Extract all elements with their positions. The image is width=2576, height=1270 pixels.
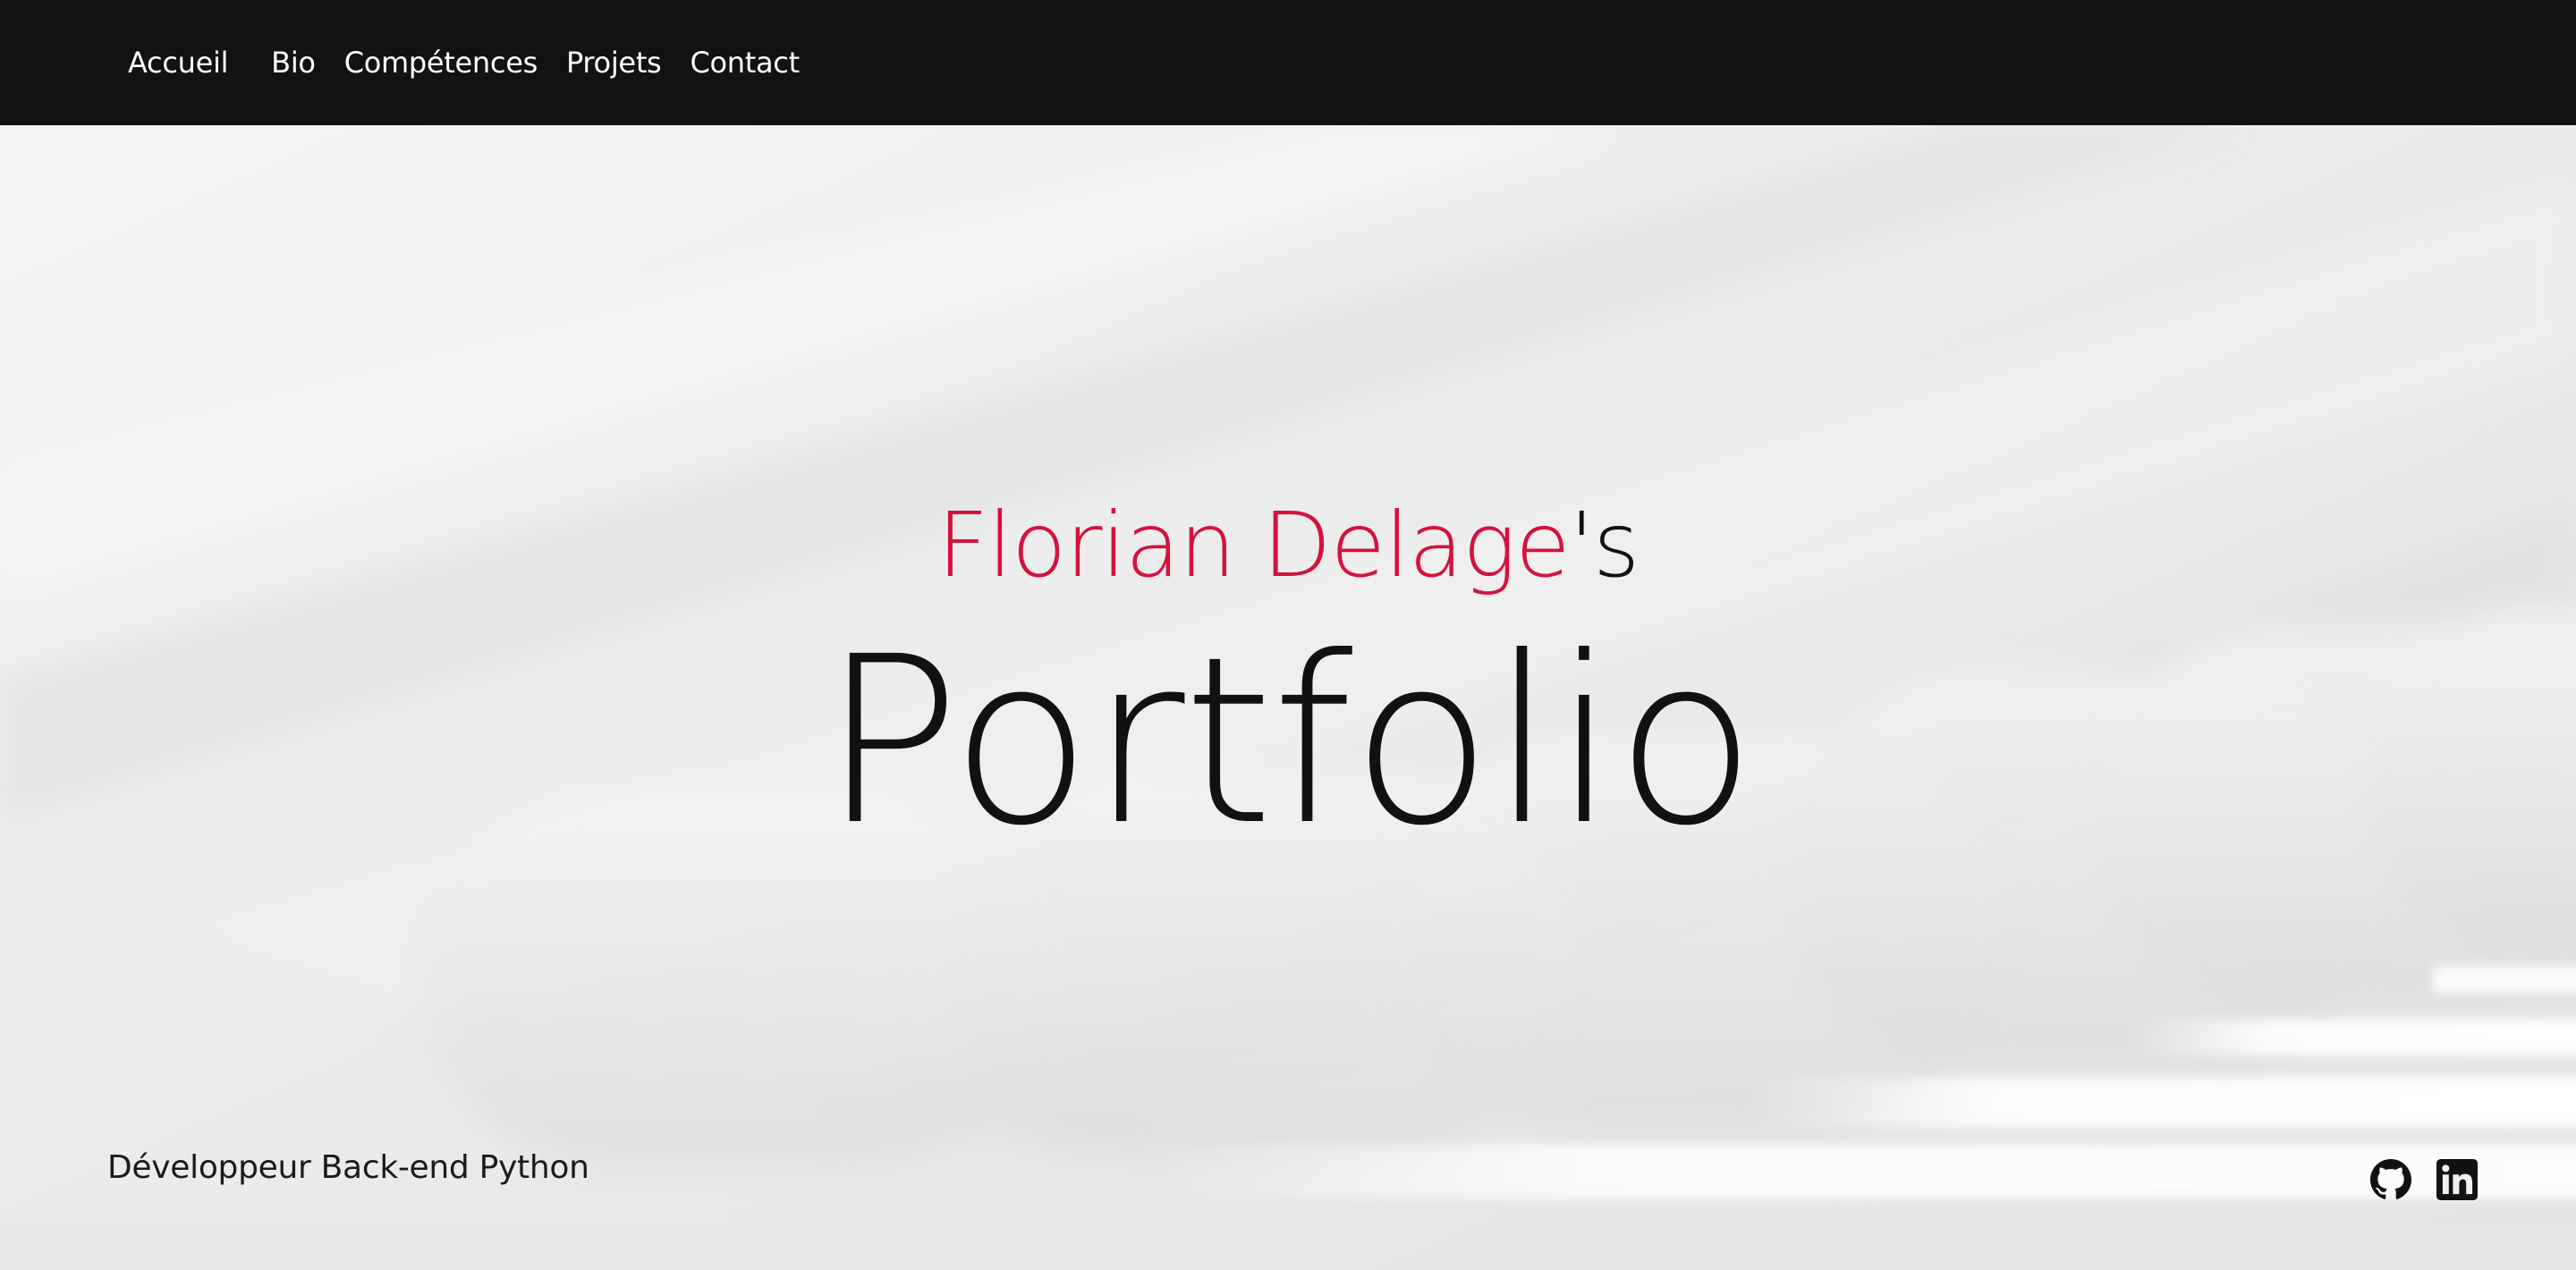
hero-section: Florian Delage's Portfolio Développeur B… — [0, 125, 2576, 1270]
linkedin-link[interactable] — [2436, 1159, 2478, 1200]
github-icon — [2370, 1159, 2411, 1199]
nav-item-projets[interactable]: Projets — [566, 48, 662, 77]
nav-item-bio[interactable]: Bio — [271, 48, 316, 77]
page: Accueil Bio Compétences Projets Contact — [0, 0, 2576, 1270]
github-link[interactable] — [2370, 1159, 2411, 1200]
linkedin-icon — [2436, 1159, 2478, 1200]
page-title: Portfolio — [821, 607, 1756, 876]
owner-suffix: 's — [1569, 493, 1640, 597]
nav-item-accueil[interactable]: Accueil — [128, 48, 228, 77]
nav-item-competences[interactable]: Compétences — [344, 48, 538, 77]
top-navbar: Accueil Bio Compétences Projets Contact — [0, 0, 2576, 125]
owner-name: Florian Delage — [936, 493, 1571, 597]
nav-item-contact[interactable]: Contact — [690, 48, 800, 77]
job-title: Développeur Back-end Python — [107, 1149, 589, 1186]
owner-heading: Florian Delage's — [0, 501, 2576, 590]
social-links — [2370, 1159, 2478, 1200]
